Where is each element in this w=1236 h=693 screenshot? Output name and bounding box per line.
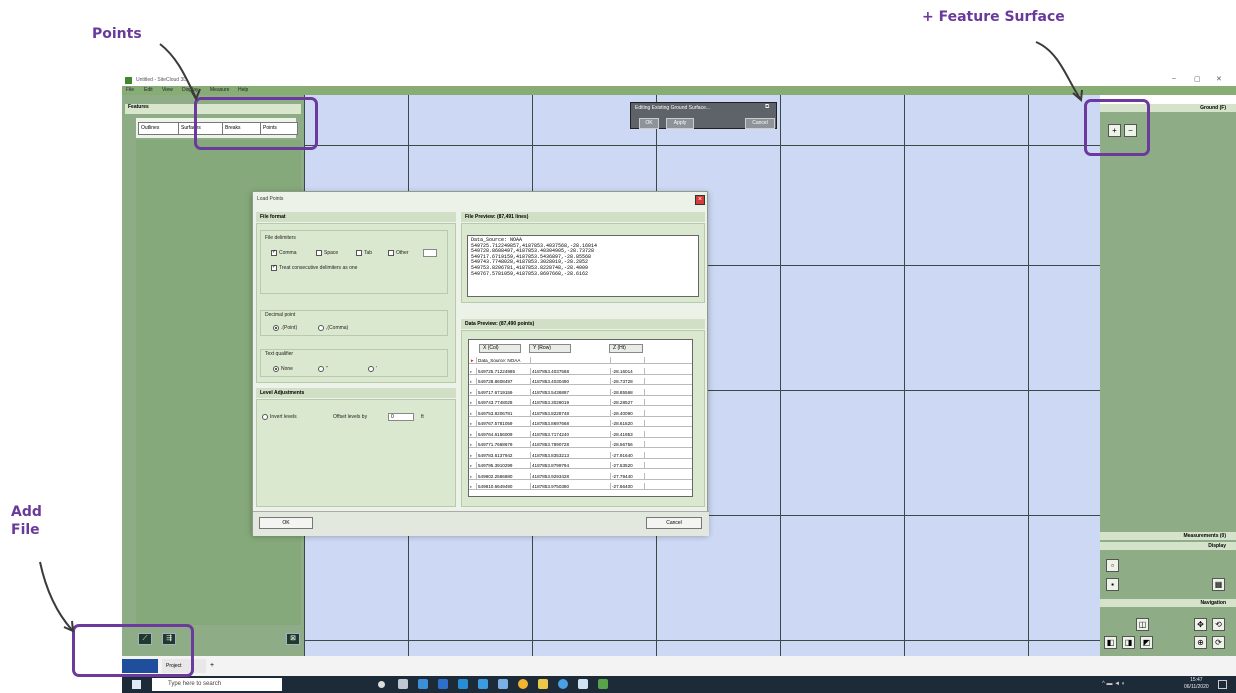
annotation-arrows [39, 41, 1083, 633]
points-arrow [159, 43, 197, 99]
points-arrowhead [190, 88, 201, 102]
feature-surface-arrow [1035, 41, 1081, 99]
add-file-arrow [39, 561, 73, 631]
